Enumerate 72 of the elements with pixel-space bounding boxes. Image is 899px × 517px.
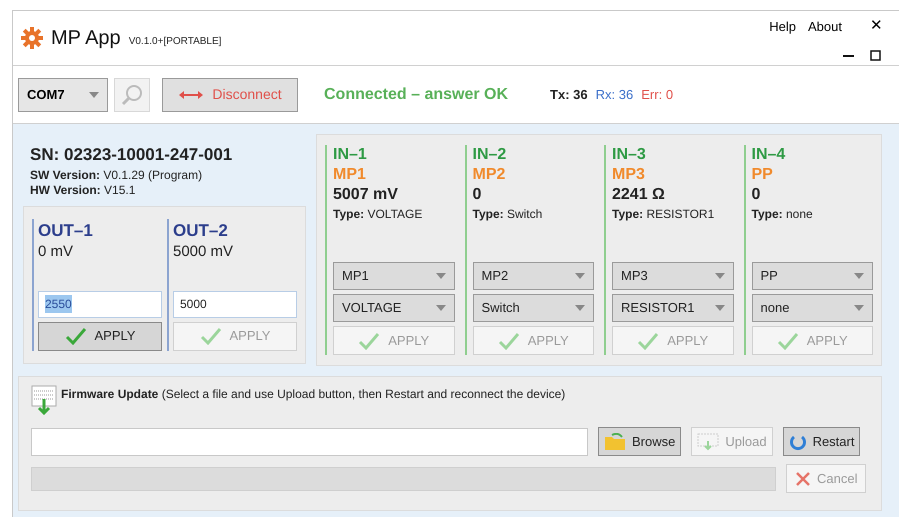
menu-item[interactable]: About bbox=[808, 16, 842, 36]
caret-icon bbox=[436, 305, 446, 311]
binary-file-icon bbox=[31, 385, 57, 415]
input-reading: 0 bbox=[752, 185, 762, 205]
window-title: MP App bbox=[51, 26, 121, 51]
output-field[interactable]: 2550 bbox=[38, 290, 162, 318]
output-reading: 0 mV bbox=[38, 242, 74, 262]
version-label: V0.1.0+[PORTABLE] bbox=[128, 34, 222, 48]
caret-icon bbox=[575, 273, 585, 279]
counter: Rx: 36 bbox=[596, 86, 634, 104]
maximize-icon[interactable] bbox=[870, 50, 881, 61]
dropdown[interactable]: none bbox=[752, 294, 873, 322]
input-alias: MP1 bbox=[333, 165, 367, 185]
version-info: SW Version: V0.1.29 (Program) bbox=[30, 168, 204, 182]
minimize-icon[interactable] bbox=[843, 54, 854, 56]
caret-icon bbox=[854, 305, 864, 311]
arrows-icon bbox=[178, 90, 204, 100]
firmware-description: Firmware Update (Select a file and use Upload button, then Restart and reconnect the device) bbox=[61, 386, 566, 403]
check-icon bbox=[200, 327, 222, 345]
dropdown[interactable]: MP3 bbox=[612, 262, 734, 290]
dropdown[interactable]: MP2 bbox=[472, 262, 594, 290]
serial-number: SN: 02323-10001-247-001 bbox=[30, 144, 234, 166]
input-type: Type: VOLTAGE bbox=[333, 206, 424, 223]
counter: Err: 0 bbox=[641, 86, 674, 104]
counter: Tx: 36 bbox=[550, 86, 588, 104]
input-alias: MP3 bbox=[612, 165, 646, 185]
caret-icon bbox=[854, 273, 864, 279]
version-info: HW Version: V15.1 bbox=[30, 182, 136, 198]
search-icon bbox=[120, 82, 144, 106]
input-type: Type: RESISTOR1 bbox=[612, 206, 716, 223]
output-name: OUT–2 bbox=[173, 220, 229, 240]
file-path-field[interactable] bbox=[31, 428, 588, 456]
input-name: IN–3 bbox=[612, 145, 647, 165]
caret-icon bbox=[89, 92, 99, 98]
input-name: IN–2 bbox=[472, 145, 508, 165]
folder-icon bbox=[604, 432, 626, 450]
connection-status: Connected – answer OK bbox=[324, 84, 508, 104]
apply-button[interactable]: APPLY bbox=[38, 322, 162, 350]
input-name: IN–4 bbox=[752, 145, 786, 165]
check-icon bbox=[637, 332, 660, 350]
upload-icon bbox=[697, 432, 720, 450]
input-reading: 0 bbox=[472, 185, 482, 205]
dropdown[interactable]: Switch bbox=[472, 294, 594, 322]
output-name: OUT–1 bbox=[38, 220, 94, 240]
check-icon bbox=[64, 327, 87, 345]
caret-icon bbox=[714, 273, 724, 279]
browse-button[interactable]: Browse bbox=[598, 427, 682, 456]
gear-icon bbox=[21, 27, 43, 49]
check-icon bbox=[498, 332, 520, 350]
dropdown[interactable]: MP1 bbox=[333, 262, 454, 290]
dropdown[interactable]: RESISTOR1 bbox=[612, 294, 734, 322]
check-icon bbox=[358, 332, 380, 350]
input-type: Type: none bbox=[752, 206, 814, 223]
close-button[interactable]: ✕ bbox=[870, 15, 883, 38]
check-icon bbox=[776, 332, 799, 350]
output-field[interactable]: 5000 bbox=[173, 290, 297, 318]
input-alias: MP2 bbox=[472, 165, 506, 185]
close-icon bbox=[795, 470, 811, 486]
restart-button[interactable]: Restart bbox=[782, 427, 860, 456]
dropdown[interactable]: PP bbox=[752, 262, 873, 290]
port-dropdown[interactable]: COM7 bbox=[18, 78, 108, 112]
caret-icon bbox=[575, 305, 585, 311]
input-reading: 5007 mV bbox=[333, 185, 399, 205]
output-reading: 5000 mV bbox=[173, 242, 234, 262]
input-type: Type: Switch bbox=[472, 206, 544, 223]
dropdown[interactable]: VOLTAGE bbox=[333, 294, 454, 322]
input-alias: PP bbox=[752, 165, 774, 185]
input-name: IN–1 bbox=[333, 145, 368, 165]
caret-icon bbox=[714, 305, 724, 311]
caret-icon bbox=[436, 273, 446, 279]
menu-item[interactable]: Help bbox=[769, 16, 796, 36]
input-reading: 2241 Ω bbox=[612, 185, 666, 205]
